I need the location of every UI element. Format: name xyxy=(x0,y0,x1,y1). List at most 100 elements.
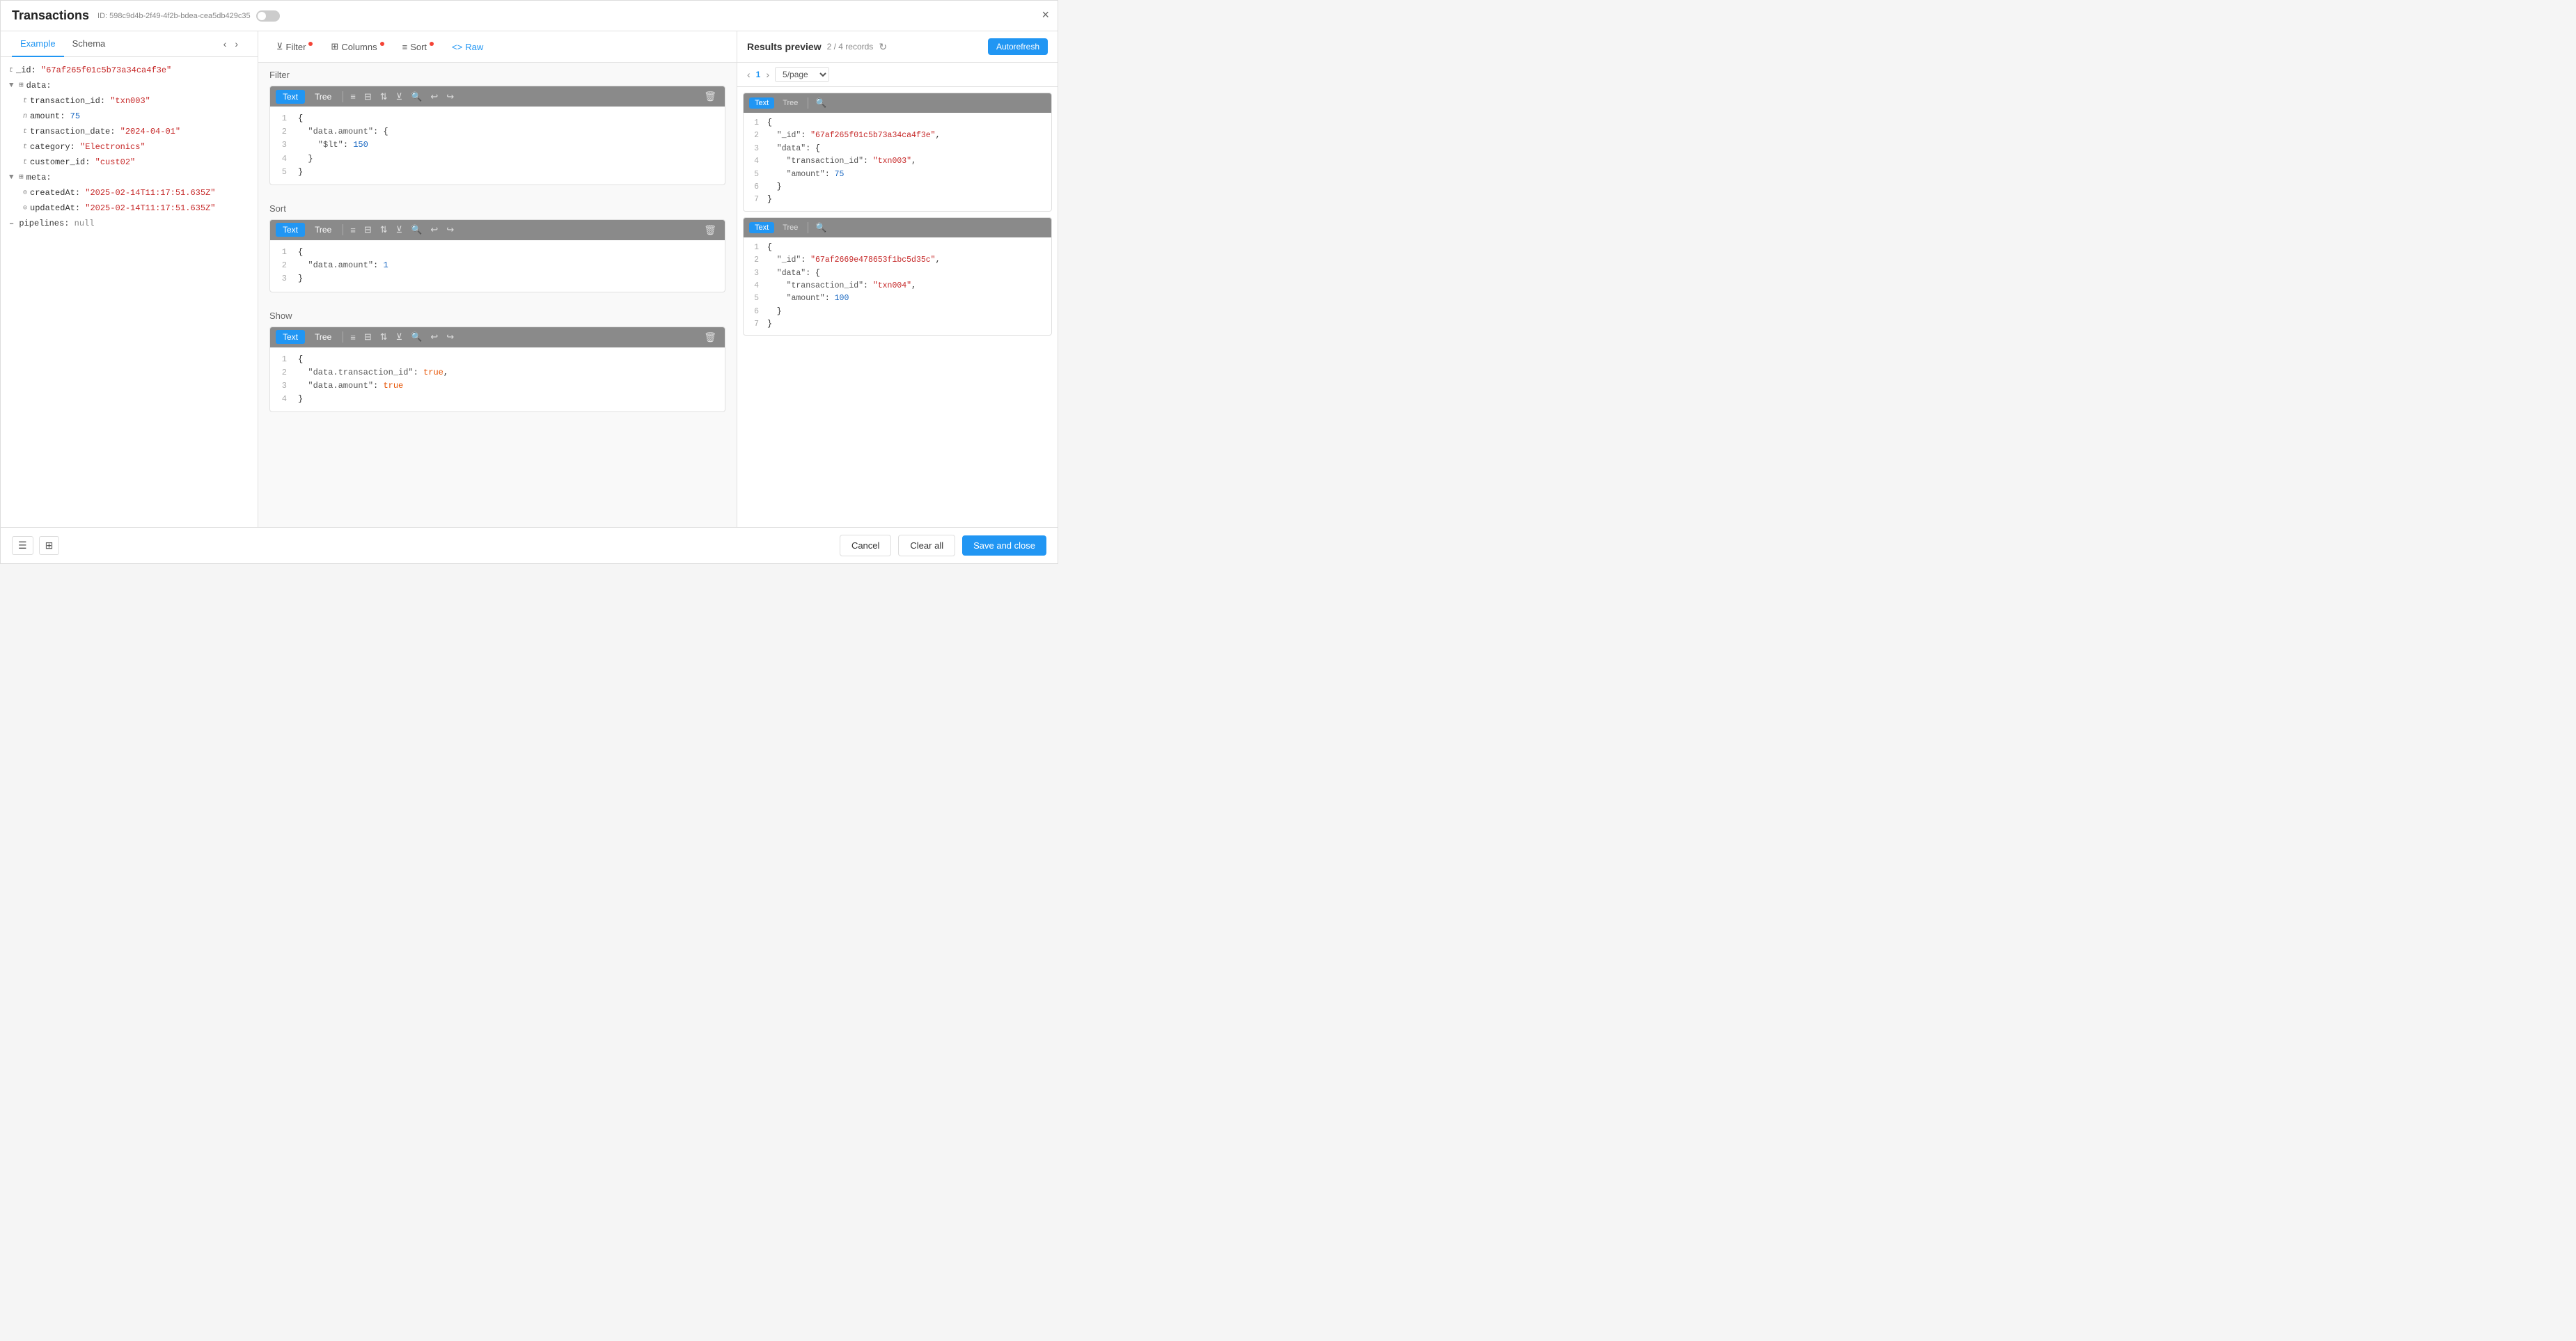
tree-row: ▼ ⊞ data: xyxy=(9,78,249,93)
tree-row: t transaction_id: "txn003" xyxy=(9,93,249,109)
right-header: Results preview 2 / 4 records ↻ Autorefr… xyxy=(737,31,1058,63)
sort-line-numbers: 123 xyxy=(270,246,292,286)
sort-tree-tab[interactable]: Tree xyxy=(308,223,338,237)
modal-footer: ☰ ⊞ Cancel Clear all Save and close xyxy=(1,527,1058,563)
tab-schema[interactable]: Schema xyxy=(64,31,114,57)
undo-icon[interactable]: ↩ xyxy=(427,223,441,237)
redo-icon[interactable]: ↪ xyxy=(443,223,457,237)
sort-section-label: Sort xyxy=(258,196,737,217)
search-icon[interactable]: 🔍 xyxy=(408,223,425,237)
results-content: Text Tree 🔍 1234567 { "_id": "67af265f01… xyxy=(737,87,1058,527)
tree-row: ▼ ⊞ meta: xyxy=(9,170,249,185)
result-tree-tab[interactable]: Tree xyxy=(777,222,803,233)
result-card-body: 1234567 { "_id": "67af265f01c5b73a34ca4f… xyxy=(744,113,1051,211)
tree-row: t _id: "67af265f01c5b73a34ca4f3e" xyxy=(9,63,249,78)
result-text-tab[interactable]: Text xyxy=(749,97,774,109)
show-editor: Text Tree ≡ ⊟ ⇅ ⊻ 🔍 ↩ ↪ 🗑 1234 xyxy=(269,327,725,413)
delete-icon[interactable]: 🗑 xyxy=(701,330,719,345)
refresh-button[interactable]: ↻ xyxy=(879,41,887,53)
tree-row: – pipelines: null xyxy=(9,216,249,231)
redo-icon[interactable]: ↪ xyxy=(443,90,457,104)
filter-tab-button[interactable]: ⊻ Filter xyxy=(269,37,320,56)
show-section-label: Show xyxy=(258,304,737,324)
raw-tab-button[interactable]: <> Raw xyxy=(445,38,490,56)
next-page-button[interactable]: › xyxy=(766,69,769,80)
result-card-toolbar: Text Tree 🔍 xyxy=(744,93,1051,113)
delete-icon[interactable]: 🗑 xyxy=(701,89,719,104)
close-button[interactable]: × xyxy=(1042,8,1049,22)
undo-icon[interactable]: ↩ xyxy=(427,90,441,104)
sort-toolbar: Text Tree ≡ ⊟ ⇅ ⊻ 🔍 ↩ ↪ 🗑 xyxy=(270,220,725,240)
show-toolbar: Text Tree ≡ ⊟ ⇅ ⊻ 🔍 ↩ ↪ 🗑 xyxy=(270,327,725,347)
show-line-numbers: 1234 xyxy=(270,353,292,407)
filter-icon[interactable]: ⊻ xyxy=(393,223,406,237)
align-left-icon[interactable]: ≡ xyxy=(347,90,359,103)
per-page-select[interactable]: 5/page 10/page 20/page xyxy=(775,67,829,82)
align-justify-icon[interactable]: ⊟ xyxy=(361,90,375,104)
filter-tree-tab[interactable]: Tree xyxy=(308,90,338,104)
modal-title: Transactions xyxy=(12,8,89,23)
sort-code-lines[interactable]: { "data.amount": 1 } xyxy=(292,246,725,286)
filter-icon[interactable]: ⊻ xyxy=(393,90,406,104)
page-number: 1 xyxy=(756,70,761,79)
columns-dot xyxy=(380,42,384,46)
show-text-tab[interactable]: Text xyxy=(276,330,305,344)
tree-content: t _id: "67af265f01c5b73a34ca4f3e" ▼ ⊞ da… xyxy=(1,57,258,527)
delete-icon[interactable]: 🗑 xyxy=(701,223,719,237)
tree-row: t category: "Electronics" xyxy=(9,139,249,155)
filter-section-label: Filter xyxy=(258,63,737,83)
result-tree-tab[interactable]: Tree xyxy=(777,97,803,109)
middle-header: ⊻ Filter ⊞ Columns ≡ Sort <> Raw xyxy=(258,31,737,63)
filter-dot xyxy=(308,42,313,46)
modal-body: Example Schema ‹ › t _id: "67af265f01c5b… xyxy=(1,31,1058,527)
show-tree-tab[interactable]: Tree xyxy=(308,330,338,344)
result-card-toolbar: Text Tree 🔍 xyxy=(744,218,1051,237)
filter-code-lines[interactable]: { "data.amount": { "$lt": 150 } } xyxy=(292,112,725,179)
filter-icon[interactable]: ⊻ xyxy=(393,330,406,344)
cancel-button[interactable]: Cancel xyxy=(840,535,891,556)
sort-lines-icon[interactable]: ⇅ xyxy=(377,90,391,104)
align-justify-icon[interactable]: ⊟ xyxy=(361,330,375,344)
nav-prev-button[interactable]: ‹ xyxy=(221,36,230,52)
sort-text-tab[interactable]: Text xyxy=(276,223,305,237)
tab-example[interactable]: Example xyxy=(12,31,64,57)
filter-code-body: 12345 { "data.amount": { "$lt": 150 } } xyxy=(270,107,725,185)
save-button[interactable]: Save and close xyxy=(962,535,1046,556)
list-view-button[interactable]: ☰ xyxy=(12,536,33,555)
modal-header: Transactions ID: 598c9d4b-2f49-4f2b-bdea… xyxy=(1,1,1058,31)
redo-icon[interactable]: ↪ xyxy=(443,330,457,344)
toggle-switch[interactable] xyxy=(256,10,280,22)
autorefresh-button[interactable]: Autorefresh xyxy=(988,38,1048,55)
show-code-lines[interactable]: { "data.transaction_id": true, "data.amo… xyxy=(292,353,725,407)
sort-tab-button[interactable]: ≡ Sort xyxy=(395,38,441,56)
modal: Transactions ID: 598c9d4b-2f49-4f2b-bdea… xyxy=(0,0,1058,564)
sort-lines-icon[interactable]: ⇅ xyxy=(377,223,391,237)
sort-editor: Text Tree ≡ ⊟ ⇅ ⊻ 🔍 ↩ ↪ 🗑 123 xyxy=(269,219,725,292)
align-left-icon[interactable]: ≡ xyxy=(347,331,359,344)
grid-view-button[interactable]: ⊞ xyxy=(39,536,60,555)
search-icon[interactable]: 🔍 xyxy=(408,90,425,104)
sort-code-body: 123 { "data.amount": 1 } xyxy=(270,240,725,292)
filter-line-numbers: 12345 xyxy=(270,112,292,179)
filter-editor: Text Tree ≡ ⊟ ⇅ ⊻ 🔍 ↩ ↪ 🗑 12345 xyxy=(269,86,725,185)
prev-page-button[interactable]: ‹ xyxy=(747,69,751,80)
search-icon[interactable]: 🔍 xyxy=(812,221,829,235)
align-left-icon[interactable]: ≡ xyxy=(347,224,359,237)
left-tabs: Example Schema ‹ › xyxy=(1,31,258,57)
result-code-2: { "_id": "67af2669e478653f1bc5d35c", "da… xyxy=(763,242,1051,331)
columns-tab-button[interactable]: ⊞ Columns xyxy=(324,37,391,56)
sort-lines-icon[interactable]: ⇅ xyxy=(377,330,391,344)
nav-next-button[interactable]: › xyxy=(232,36,241,52)
search-icon[interactable]: 🔍 xyxy=(812,96,829,110)
filter-toolbar: Text Tree ≡ ⊟ ⇅ ⊻ 🔍 ↩ ↪ 🗑 xyxy=(270,86,725,107)
clear-button[interactable]: Clear all xyxy=(898,535,955,556)
result-text-tab[interactable]: Text xyxy=(749,222,774,233)
tree-row: t customer_id: "cust02" xyxy=(9,155,249,170)
filter-text-tab[interactable]: Text xyxy=(276,90,305,104)
tree-row: t transaction_date: "2024-04-01" xyxy=(9,124,249,139)
undo-icon[interactable]: ↩ xyxy=(427,330,441,344)
result-card: Text Tree 🔍 1234567 { "_id": "67af265f01… xyxy=(743,93,1052,212)
tree-row: ⊙ updatedAt: "2025-02-14T11:17:51.635Z" xyxy=(9,201,249,216)
align-justify-icon[interactable]: ⊟ xyxy=(361,223,375,237)
search-icon[interactable]: 🔍 xyxy=(408,330,425,344)
